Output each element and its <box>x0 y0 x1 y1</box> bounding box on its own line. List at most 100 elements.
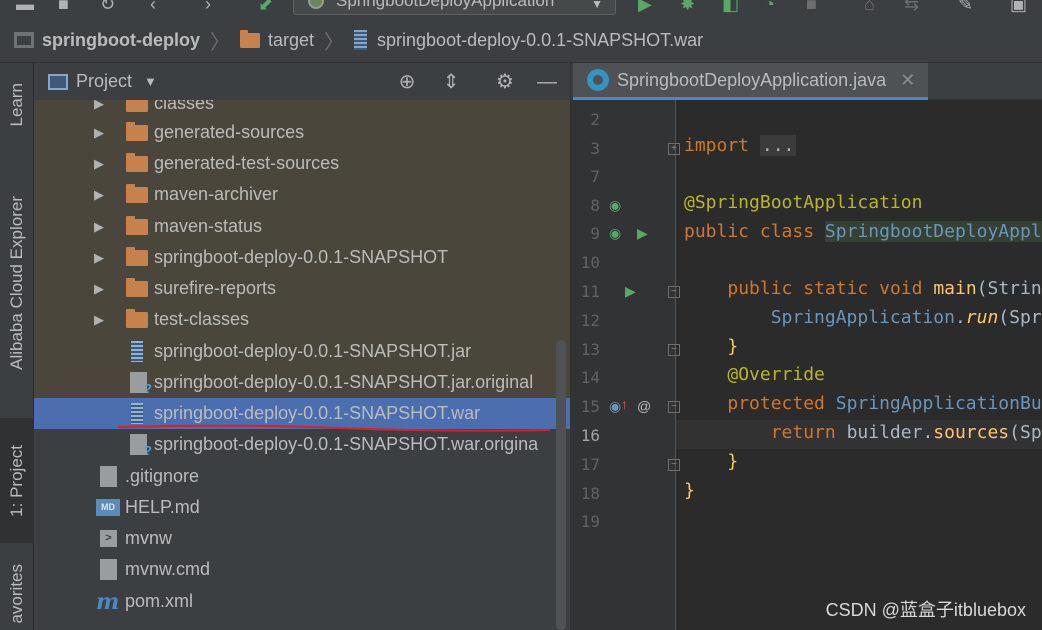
tool-tab-favorites[interactable]: avorites <box>0 558 34 630</box>
folder-icon <box>239 29 260 48</box>
left-tool-strip: Learn Alibaba Cloud Explorer 1: Project … <box>0 63 34 630</box>
unknown-file-icon <box>130 434 152 458</box>
tree-row-maven-status[interactable]: ▶ maven-status <box>34 211 570 242</box>
tree-row-snapshot-folder[interactable]: ▶ springboot-deploy-0.0.1-SNAPSHOT <box>34 242 570 273</box>
build-icon[interactable]: ⬋ <box>258 0 273 14</box>
wrench-icon[interactable]: ✎ <box>958 0 973 14</box>
expand-arrow-icon[interactable]: ▶ <box>94 156 104 172</box>
run-icon[interactable]: ▶ <box>638 0 652 14</box>
coverage-icon[interactable]: ◧ <box>722 0 739 14</box>
collapse-all-icon[interactable]: ⇕ <box>438 69 464 95</box>
run-gutter-icon[interactable]: ▶ <box>625 283 636 300</box>
folder-icon <box>126 308 148 328</box>
tree-row-generated-sources[interactable]: ▶ generated-sources <box>34 117 570 148</box>
folder-icon <box>126 121 148 141</box>
tool-tab-learn[interactable]: Learn <box>0 63 34 147</box>
expand-arrow-icon[interactable]: ▶ <box>94 100 104 112</box>
code-line-13: } <box>727 336 739 357</box>
tree-row-mvnw[interactable]: > mvnw <box>34 523 570 554</box>
tree-row-gitignore[interactable]: .gitignore <box>34 461 570 492</box>
save-icon[interactable]: ▬ <box>16 0 34 14</box>
expand-arrow-icon[interactable]: ▶ <box>94 125 104 141</box>
folded-imports[interactable]: ... <box>759 135 797 156</box>
run-configuration-select[interactable]: SpringbootDeployApplication ▼ <box>293 0 616 15</box>
breadcrumb-file[interactable]: springboot-deploy-0.0.1-SNAPSHOT.war <box>354 30 703 51</box>
tree-scrollbar[interactable] <box>556 340 566 630</box>
project-view-icon <box>48 73 68 90</box>
locate-icon[interactable]: ⊕ <box>394 69 420 95</box>
sync-icon[interactable]: ■ <box>58 0 69 14</box>
spring-bean-icon[interactable]: ◉ <box>609 225 621 242</box>
at-annotation-icon[interactable]: @ <box>637 398 651 414</box>
forward-icon[interactable]: › <box>205 0 211 14</box>
project-tree: ▶ classes ▶ generated-sources ▶ generate… <box>34 100 570 630</box>
refresh-icon[interactable]: ↻ <box>100 0 115 14</box>
tree-row-pom-xml[interactable]: m pom.xml <box>34 586 570 617</box>
close-icon[interactable]: ✕ <box>900 70 915 91</box>
layout-icon[interactable]: ▣ <box>1010 0 1027 14</box>
run-gutter-icon[interactable]: ▶ <box>637 225 648 242</box>
code-line-18: } <box>684 480 695 501</box>
tree-row-jar-original[interactable]: springboot-deploy-0.0.1-SNAPSHOT.jar.ori… <box>34 367 570 398</box>
run-config-label: SpringbootDeployApplication <box>336 0 555 10</box>
back-icon[interactable]: ‹ <box>150 0 156 14</box>
tree-row-test-classes[interactable]: ▶ test-classes <box>34 304 570 335</box>
code-line-3: import ... <box>684 135 797 156</box>
chevron-down-icon[interactable]: ▼ <box>144 74 157 89</box>
stop-icon[interactable]: ■ <box>806 0 817 14</box>
tree-row-jar[interactable]: springboot-deploy-0.0.1-SNAPSHOT.jar <box>34 336 570 367</box>
tree-row-surefire-reports[interactable]: ▶ surefire-reports <box>34 273 570 304</box>
expand-arrow-icon[interactable]: ▶ <box>94 312 104 328</box>
deploy-icon[interactable]: ⇆ <box>904 0 919 14</box>
hide-panel-icon[interactable]: — <box>534 69 560 95</box>
folder-icon <box>126 183 148 203</box>
profile-icon[interactable]: ◔ <box>764 0 775 14</box>
tree-row-mvnw-cmd[interactable]: mvnw.cmd <box>34 554 570 585</box>
expand-arrow-icon[interactable]: ▶ <box>94 281 104 297</box>
editor-tab-bar: SpringbootDeployApplication.java ✕ <box>571 63 1042 100</box>
project-panel-title[interactable]: Project <box>76 71 132 92</box>
attach-icon[interactable]: ⌂ <box>864 0 875 14</box>
spring-boot-icon <box>308 0 324 9</box>
code-line-17: } <box>727 451 739 472</box>
override-arrow-icon[interactable]: ↑ <box>621 396 628 412</box>
debug-icon[interactable]: ✸ <box>680 0 695 14</box>
tree-row-help-md[interactable]: MD HELP.md <box>34 492 570 523</box>
spring-class-icon <box>587 69 609 91</box>
code-line-15: protected SpringApplicationBu <box>727 393 1042 414</box>
archive-icon <box>131 341 143 362</box>
code-line-11: public static void main(Strin <box>727 278 1042 299</box>
expand-arrow-icon[interactable]: ▶ <box>94 187 104 203</box>
code-line-9: public class SpringbootDeployAppl <box>684 221 1042 242</box>
breadcrumb-project[interactable]: springboot-deploy <box>14 30 200 51</box>
code-line-8: @SpringBootApplication <box>684 192 923 213</box>
project-panel-header: Project ▼ ⊕ ⇕ ⚙ — <box>34 63 570 100</box>
project-folder-icon <box>14 32 34 48</box>
folder-icon <box>126 215 148 235</box>
archive-icon <box>354 30 368 50</box>
tree-row-generated-test-sources[interactable]: ▶ generated-test-sources <box>34 148 570 179</box>
watermark: CSDN @蓝盒子itbluebox <box>825 600 1026 620</box>
project-panel: Project ▼ ⊕ ⇕ ⚙ — ▶ classes ▶ generated-… <box>34 63 570 630</box>
red-underline-annotation <box>118 424 550 432</box>
text-file-icon <box>100 466 117 487</box>
gear-icon[interactable]: ⚙ <box>492 69 518 95</box>
editor-gutter: 2 3 7 8 9 10 11 12 13 14 15 16 17 18 19 … <box>571 100 680 630</box>
expand-arrow-icon[interactable]: ▶ <box>94 250 104 266</box>
overrides-icon[interactable]: ◉ <box>609 398 621 415</box>
breadcrumb: springboot-deploy 〉 target 〉 springboot-… <box>0 18 1042 63</box>
tool-tab-project[interactable]: 1: Project <box>0 418 34 543</box>
folder-icon <box>126 277 148 297</box>
expand-arrow-icon[interactable]: ▶ <box>94 219 104 235</box>
folder-icon <box>126 100 148 112</box>
tree-row-maven-archiver[interactable]: ▶ maven-archiver <box>34 179 570 210</box>
tool-tab-alibaba-cloud-explorer[interactable]: Alibaba Cloud Explorer <box>0 163 34 403</box>
unknown-file-icon <box>130 372 152 396</box>
code-area[interactable]: import ... @SpringBootApplication public… <box>676 100 1042 630</box>
chevron-down-icon: ▼ <box>591 0 603 11</box>
tab-springboot-deploy-application[interactable]: SpringbootDeployApplication.java ✕ <box>573 63 928 100</box>
spring-bean-icon[interactable]: ◉ <box>609 197 621 214</box>
breadcrumb-folder[interactable]: target <box>239 29 314 51</box>
main-toolbar: ▬ ■ ↻ ‹ › ⬋ SpringbootDeployApplication … <box>0 0 1042 18</box>
folder-icon <box>126 152 148 172</box>
